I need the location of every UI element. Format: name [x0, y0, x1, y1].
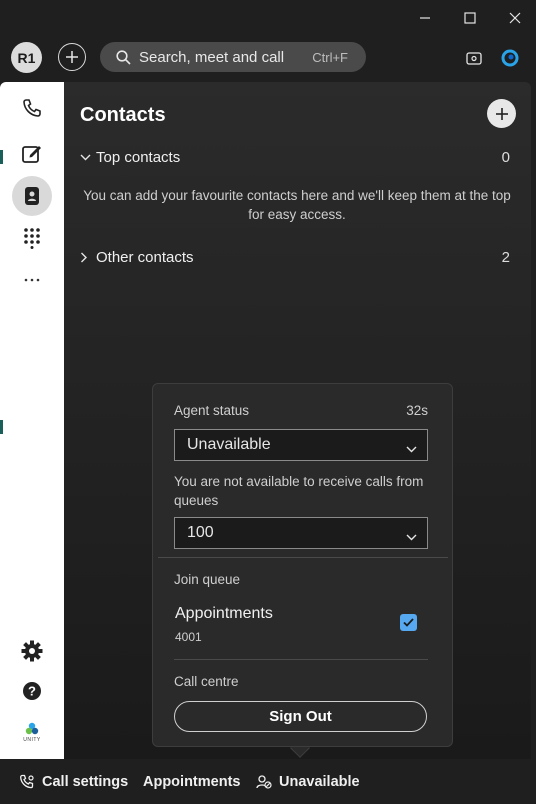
empty-message: You can add your favourite contacts here…	[83, 188, 511, 222]
other-contacts-label: Other contacts	[96, 248, 194, 266]
divider	[174, 659, 428, 660]
agent-status-value: Unavailable	[187, 436, 271, 453]
svg-text:?: ?	[28, 684, 36, 699]
chevron-down-icon	[406, 528, 417, 546]
avatar[interactable]: R1	[11, 42, 42, 73]
page-title: Contacts	[80, 104, 166, 126]
queue-name: Appointments	[175, 605, 273, 622]
more-icon[interactable]	[12, 260, 52, 300]
appointments-label: Appointments	[143, 773, 241, 790]
phone-icon[interactable]	[12, 88, 52, 128]
other-contacts-header[interactable]: Other contacts 2	[80, 246, 510, 268]
agent-status-popup: Agent status 32s Unavailable You are not…	[152, 383, 453, 747]
compose-icon[interactable]	[12, 134, 52, 174]
search-placeholder: Search, meet and call	[139, 48, 285, 66]
contacts-icon[interactable]	[12, 176, 52, 216]
unavailable-reason-value: 100	[187, 524, 214, 541]
agent-status-label: Agent status	[174, 403, 250, 418]
plus-icon	[495, 107, 508, 120]
add-contact-button[interactable]	[487, 99, 516, 128]
nav-edge-mark	[0, 150, 3, 164]
sign-out-button[interactable]: Sign Out	[174, 701, 427, 732]
dialpad-icon[interactable]	[12, 218, 52, 258]
settings-icon[interactable]	[12, 631, 52, 671]
new-action-button[interactable]	[58, 43, 86, 71]
bottom-bar: Call settings Appointments Unavailable	[0, 759, 536, 804]
agent-status-button[interactable]: Unavailable	[256, 759, 360, 804]
maximize-icon[interactable]	[456, 6, 484, 30]
queue-checkbox[interactable]	[400, 614, 417, 631]
close-icon[interactable]	[501, 6, 529, 30]
minimize-icon[interactable]	[411, 6, 439, 30]
top-contacts-label: Top contacts	[96, 148, 181, 166]
call-settings-button[interactable]: Call settings	[19, 759, 128, 804]
call-centre-label: Call centre	[174, 674, 239, 689]
other-contacts-count: 2	[501, 248, 510, 266]
join-queue-label: Join queue	[174, 572, 241, 587]
status-timer: 32s	[406, 403, 428, 418]
appointments-button[interactable]: Appointments	[143, 759, 240, 804]
chevron-down-icon	[80, 154, 94, 161]
agent-status-text: Unavailable	[279, 773, 360, 790]
search-shortcut: Ctrl+F	[312, 49, 348, 65]
agent-status-select[interactable]: Unavailable	[174, 429, 428, 461]
help-icon[interactable]: ?	[12, 671, 52, 711]
unavailable-reason-select[interactable]: 100	[174, 517, 428, 549]
top-contacts-header[interactable]: Top contacts 0	[80, 146, 510, 168]
queue-number: 4001	[175, 630, 202, 644]
divider	[158, 557, 448, 558]
unity-logo: UNITY	[12, 712, 52, 752]
call-settings-icon	[20, 774, 34, 788]
check-icon	[403, 618, 414, 627]
search-input[interactable]: Search, meet and call Ctrl+F	[100, 42, 366, 72]
unity-logo-text: UNITY	[23, 736, 41, 743]
top-contacts-count: 0	[501, 148, 510, 166]
call-settings-label: Call settings	[42, 773, 129, 790]
left-nav: ? UNITY	[0, 82, 64, 759]
webex-icon[interactable]	[499, 47, 521, 69]
plus-icon	[66, 51, 78, 63]
chevron-down-icon	[406, 440, 417, 458]
top-bar: R1 Search, meet and call Ctrl+F	[0, 36, 536, 82]
availability-note: You are not available to receive calls f…	[174, 474, 424, 508]
search-icon	[116, 49, 131, 65]
screen-share-icon[interactable]	[463, 47, 485, 69]
agent-icon	[256, 774, 272, 789]
title-bar	[0, 0, 536, 36]
nav-edge-mark	[0, 420, 3, 434]
chevron-right-icon	[80, 252, 94, 263]
